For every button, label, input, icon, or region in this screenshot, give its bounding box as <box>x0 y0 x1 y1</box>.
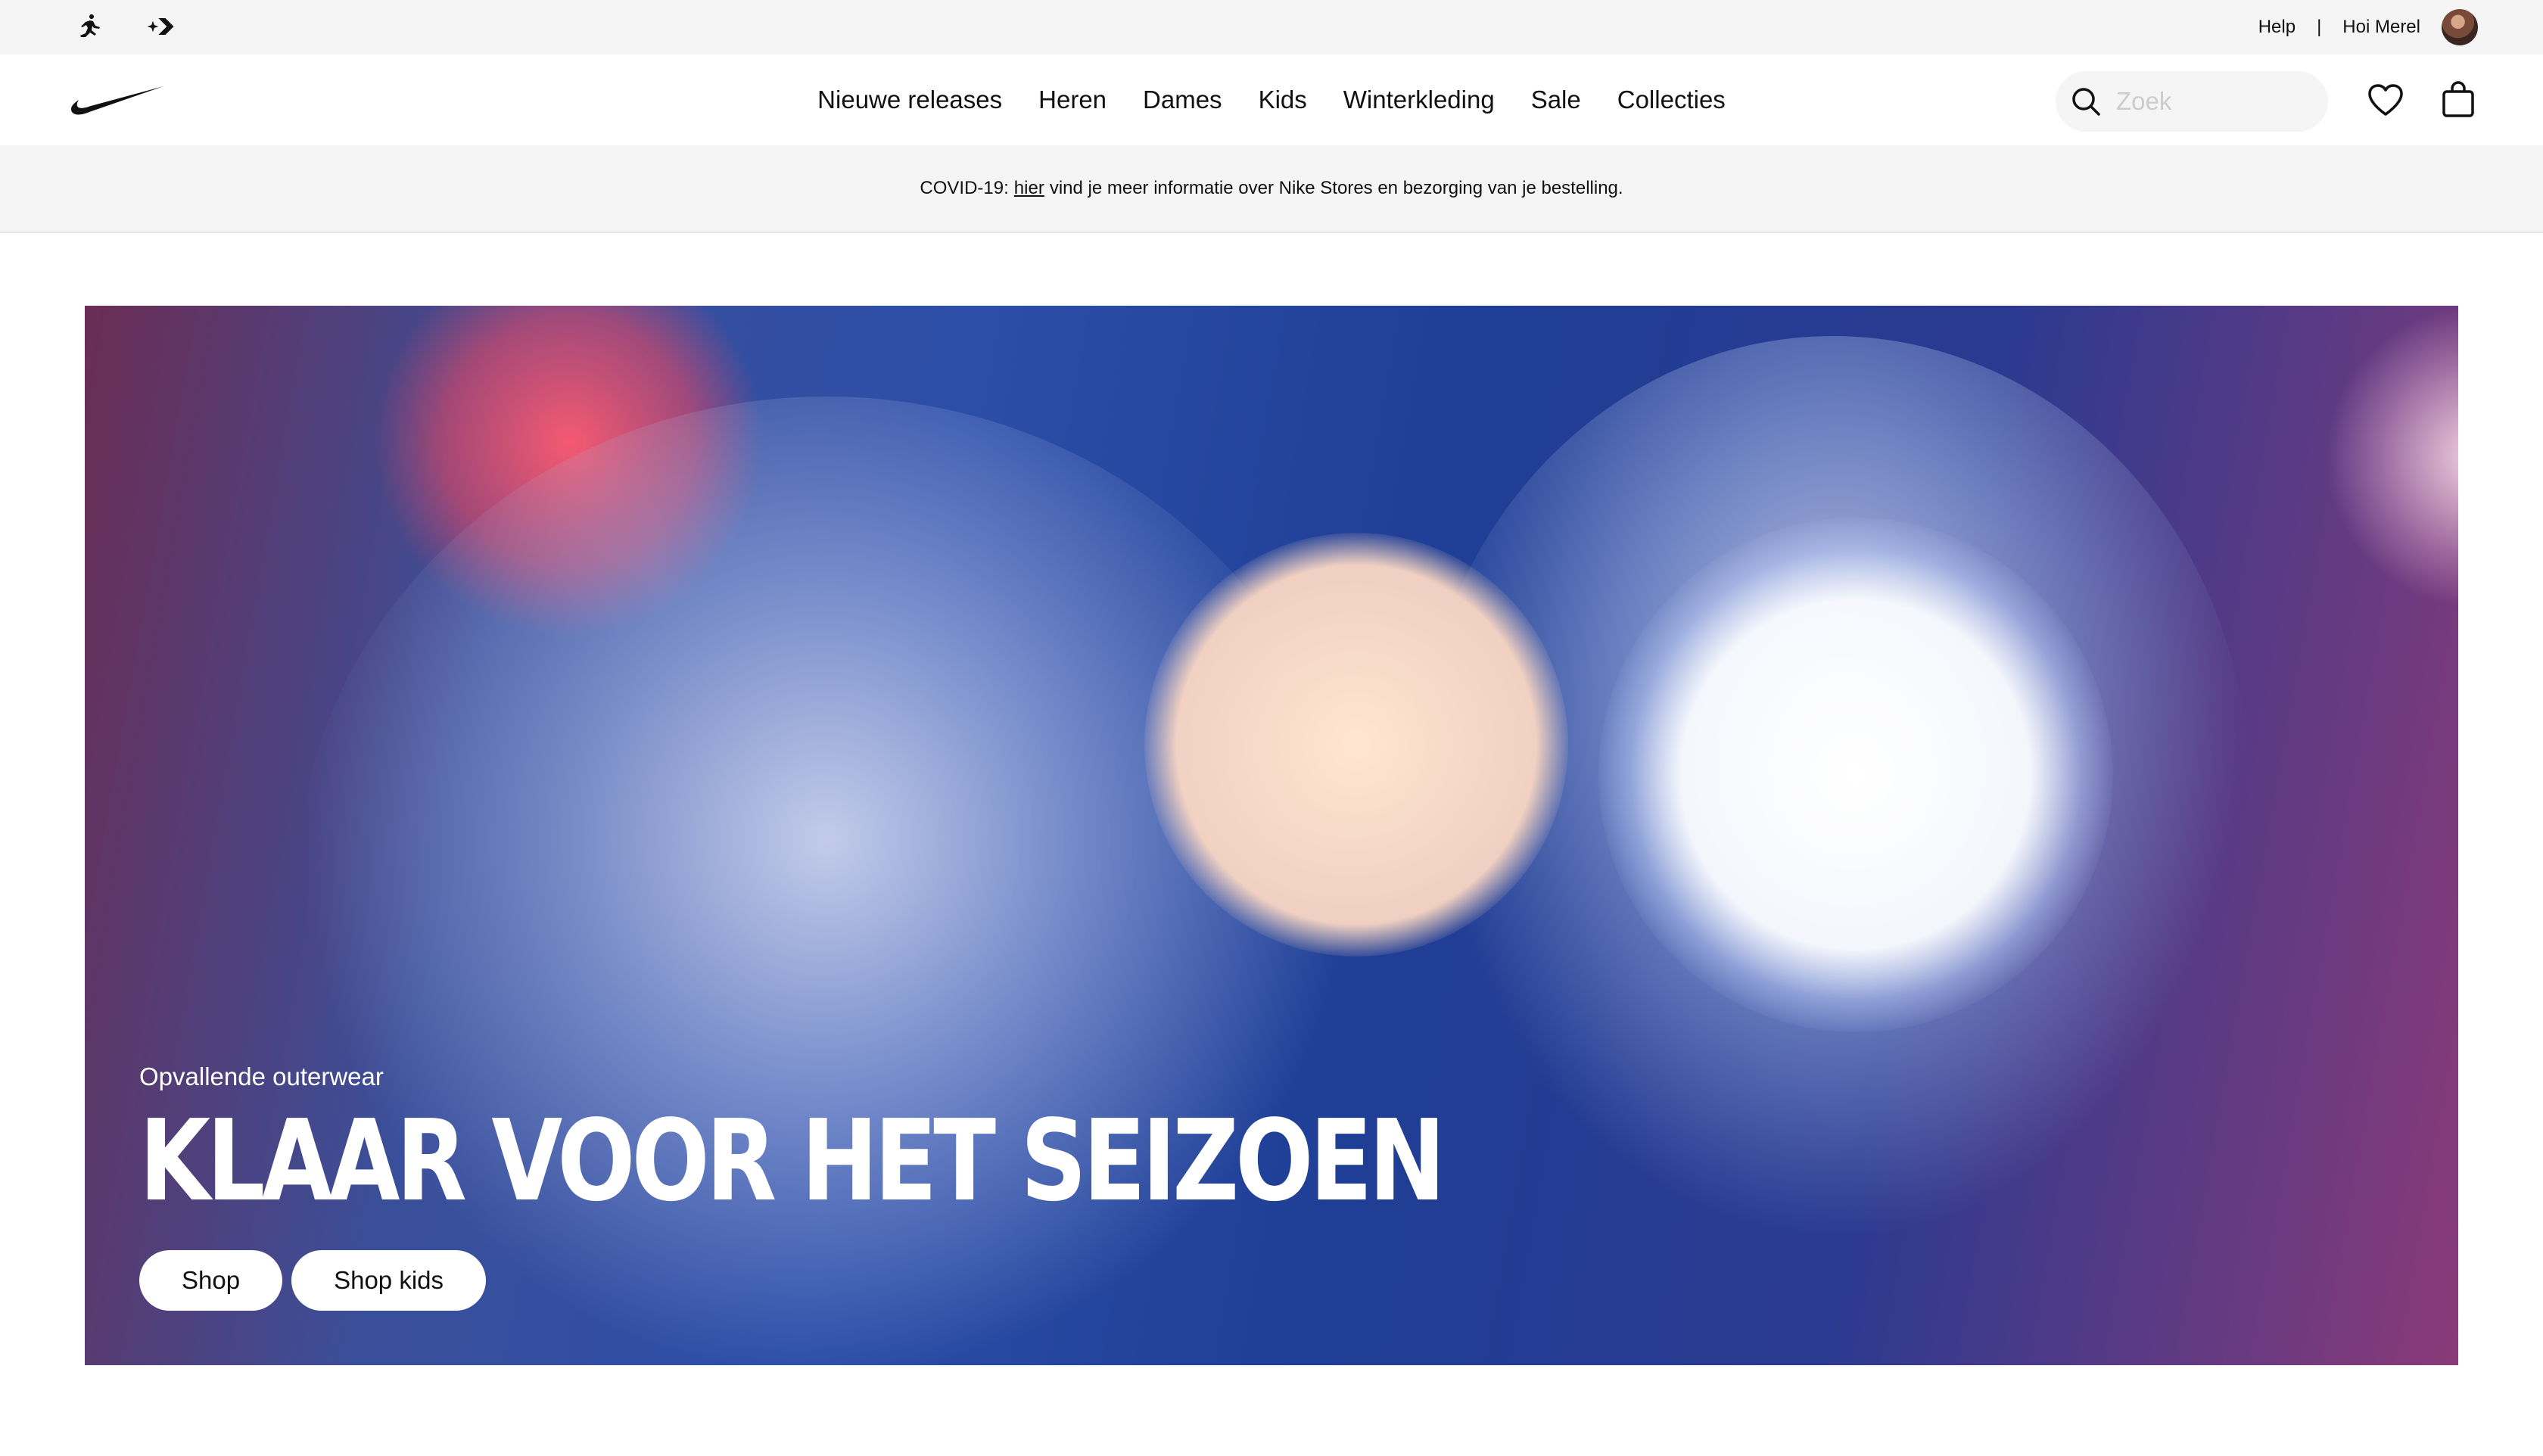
utility-bar: Help | Hoi Merel <box>0 0 2543 54</box>
utility-links: Help | Hoi Merel <box>2258 0 2420 54</box>
hero-image-bokeh-white <box>1598 518 2113 1032</box>
hero-image-bokeh-right-edge <box>2325 306 2458 608</box>
utility-separator: | <box>2317 17 2322 37</box>
help-link[interactable]: Help <box>2258 17 2296 38</box>
search-input[interactable] <box>2116 87 2313 116</box>
hero-buttons: Shop Shop kids <box>139 1250 1728 1311</box>
shopping-bag-icon[interactable] <box>2436 77 2481 123</box>
covid-prefix: COVID-19: <box>920 178 1009 198</box>
shop-kids-button[interactable]: Shop kids <box>291 1250 487 1311</box>
covid-banner: COVID-19: hier vind je meer informatie o… <box>0 145 2543 233</box>
main-header: Nieuwe releases Heren Dames Kids Winterk… <box>0 54 2543 145</box>
heart-icon[interactable] <box>2363 77 2408 123</box>
nav-item-collecties[interactable]: Collecties <box>1599 54 1744 145</box>
hero-content: Opvallende outerwear KLAAR VOOR HET SEIZ… <box>139 1062 1728 1311</box>
account-greeting[interactable]: Hoi Merel <box>2342 17 2420 38</box>
converse-star-chevron-icon[interactable] <box>142 9 180 44</box>
hero-kicker: Opvallende outerwear <box>139 1062 384 1090</box>
nav-item-winterkleding[interactable]: Winterkleding <box>1325 54 1513 145</box>
nav-item-sale[interactable]: Sale <box>1513 54 1599 145</box>
jordan-jumpman-icon[interactable] <box>71 9 109 44</box>
hero-title: KLAAR VOOR HET SEIZOEN <box>139 1096 1446 1226</box>
hero-banner[interactable]: Opvallende outerwear KLAAR VOOR HET SEIZ… <box>85 306 2458 1365</box>
nav-item-heren[interactable]: Heren <box>1020 54 1125 145</box>
nav-item-nieuwe-releases[interactable]: Nieuwe releases <box>799 54 1020 145</box>
covid-message: vind je meer informatie over Nike Stores… <box>1049 178 1623 198</box>
nav-item-dames[interactable]: Dames <box>1125 54 1240 145</box>
covid-info-link[interactable]: hier <box>1014 178 1044 199</box>
hero-image-bokeh-peach <box>1144 533 1568 957</box>
nav-item-kids[interactable]: Kids <box>1240 54 1325 145</box>
search-box[interactable] <box>2056 71 2328 132</box>
shop-button[interactable]: Shop <box>139 1250 283 1311</box>
avatar[interactable] <box>2442 9 2478 45</box>
search-icon[interactable] <box>2056 71 2116 132</box>
